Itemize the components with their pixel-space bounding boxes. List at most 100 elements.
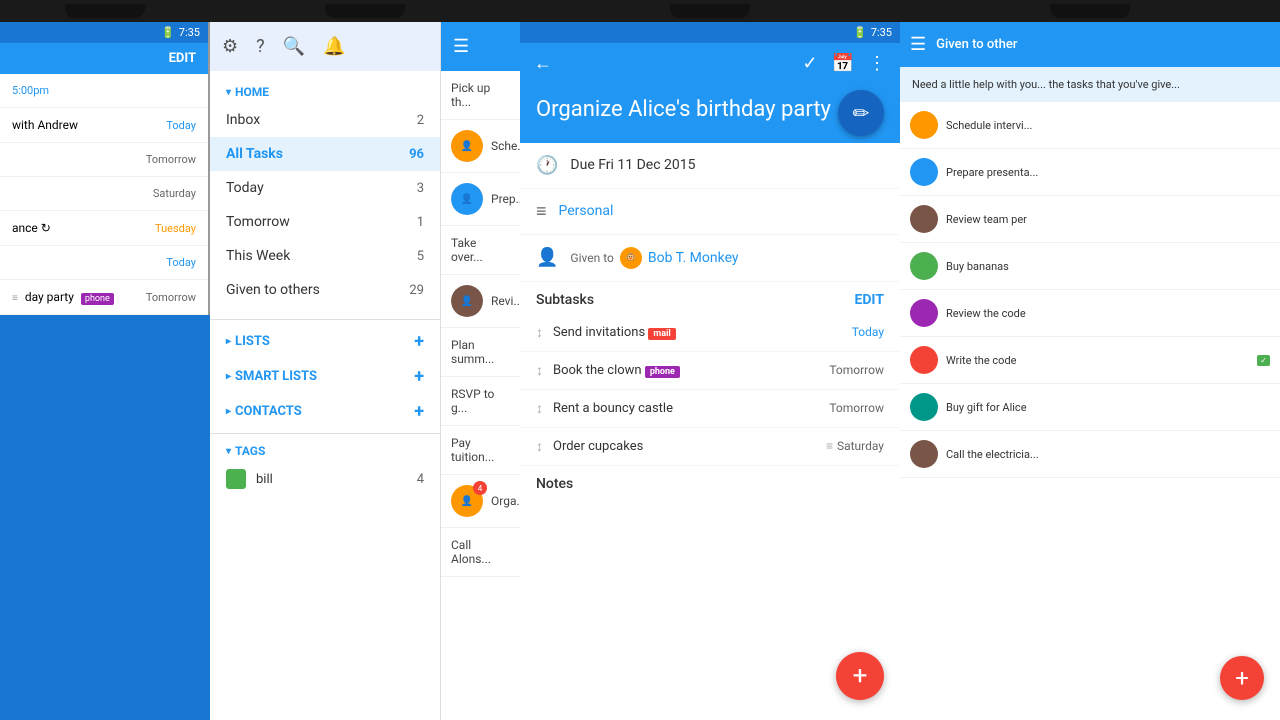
subtasks-edit-button[interactable]: EDIT: [854, 292, 884, 308]
list-item[interactable]: 👤 Prep...: [441, 173, 520, 226]
gear-icon[interactable]: ⚙: [222, 36, 238, 57]
avatar-img: 👤: [451, 285, 483, 317]
add-contact-button[interactable]: +: [414, 401, 424, 422]
person-icon: 👤: [536, 247, 558, 268]
list-item[interactable]: 5:00pm: [0, 74, 208, 108]
phone-notch-1: [0, 0, 210, 22]
due-date-label: Due Fri 11 Dec 2015: [570, 157, 695, 173]
phone-notch-4: [900, 0, 1280, 22]
edit-fab-button[interactable]: ✏: [838, 90, 884, 136]
list-item[interactable]: 👤 Revi...: [441, 275, 520, 328]
list-item[interactable]: Review team per: [900, 196, 1280, 243]
avatar-img: 👤: [451, 130, 483, 162]
edit-button-1[interactable]: EDIT: [169, 51, 196, 66]
avatar: [910, 299, 938, 327]
phone-notch-3: [520, 0, 900, 22]
sidebar-item-all-tasks[interactable]: All Tasks 96: [210, 137, 440, 171]
add-list-button[interactable]: +: [414, 331, 424, 352]
list-item[interactable]: Prepare presenta...: [900, 149, 1280, 196]
list-item[interactable]: Plan summ...: [441, 328, 520, 377]
avatar-img: 👤: [451, 183, 483, 215]
fab-button-3[interactable]: +: [836, 652, 884, 700]
drag-icon: ↕: [536, 400, 543, 417]
subtask-name: Order cupcakes: [553, 439, 816, 454]
sidebar-item-this-week[interactable]: This Week 5: [210, 239, 440, 273]
subtask-item[interactable]: ↕ Rent a bouncy castle Tomorrow: [520, 390, 900, 428]
sidebar-item-given-to-others[interactable]: Given to others 29: [210, 273, 440, 307]
task-day: Tomorrow: [146, 153, 196, 166]
subtasks-label: Subtasks: [536, 292, 594, 308]
battery-icon: 🔋: [161, 26, 175, 39]
list-item[interactable]: RSVP to g...: [441, 377, 520, 426]
list-item[interactable]: Write the code ✓: [900, 337, 1280, 384]
hamburger-icon[interactable]: ☰: [910, 34, 926, 55]
avatar: [910, 158, 938, 186]
hamburger-icon[interactable]: ☰: [453, 36, 469, 57]
task-text: Plan summ...: [451, 338, 510, 366]
check-icon[interactable]: ✓: [802, 53, 817, 74]
tag-item-bill[interactable]: bill 4: [210, 462, 440, 496]
list-item[interactable]: ance ↻ Tuesday: [0, 211, 208, 246]
sidebar-item-inbox[interactable]: Inbox 2: [210, 103, 440, 137]
sidebar-contacts[interactable]: ▸ CONTACTS +: [210, 394, 440, 429]
battery-icon: 🔋: [853, 26, 867, 39]
task-day: Saturday: [153, 187, 196, 200]
list-item[interactable]: Buy gift for Alice: [900, 384, 1280, 431]
list-item[interactable]: Call the electricia...: [900, 431, 1280, 478]
list-item[interactable]: Pay tuition...: [441, 426, 520, 475]
list-item[interactable]: Tomorrow: [0, 143, 208, 177]
subtask-item[interactable]: ↕ Book the clown phone Tomorrow: [520, 352, 900, 390]
subtask-name: Rent a bouncy castle: [553, 401, 819, 416]
task-text: Buy gift for Alice: [946, 401, 1270, 414]
list-item[interactable]: Call Alons...: [441, 528, 520, 577]
task-text: Pay tuition...: [451, 436, 510, 464]
task-day: Today: [166, 119, 196, 132]
screen4: ☰ Given to other Need a little help with…: [900, 0, 1280, 720]
add-smart-list-button[interactable]: +: [414, 366, 424, 387]
avatar: [910, 205, 938, 233]
task-text: Orga...: [491, 494, 520, 508]
task-text: Review the code: [946, 307, 1270, 320]
more-icon[interactable]: ⋮: [868, 53, 886, 74]
list-item[interactable]: with Andrew Today: [0, 108, 208, 143]
category-label: Personal: [559, 203, 614, 219]
drag-icon: ↕: [536, 438, 543, 455]
calendar-icon[interactable]: 📅: [832, 53, 854, 74]
help-icon[interactable]: ?: [256, 36, 265, 57]
task-label: ance ↻: [12, 221, 51, 235]
task-text: Sche...: [491, 139, 520, 153]
list-item[interactable]: Take over...: [441, 226, 520, 275]
task-text: Call the electricia...: [946, 448, 1270, 461]
given-to-person: Given to 🐵 Bob T. Monkey: [570, 247, 738, 269]
top-bar-4: ☰ Given to other: [900, 22, 1280, 67]
list-item[interactable]: Buy bananas: [900, 243, 1280, 290]
sidebar-lists[interactable]: ▸ LISTS +: [210, 324, 440, 359]
task-list-1: 5:00pm with Andrew Today Tomorrow Saturd…: [0, 74, 208, 315]
sort-icon: ≡: [826, 439, 833, 453]
sidebar-item-today[interactable]: Today 3: [210, 171, 440, 205]
list-item[interactable]: Schedule intervi...: [900, 102, 1280, 149]
list-item[interactable]: Pick up th...: [441, 71, 520, 120]
search-icon[interactable]: 🔍: [283, 36, 305, 57]
subtask-item[interactable]: ↕ Send invitations mail Today: [520, 314, 900, 352]
divider: [210, 319, 440, 320]
sidebar-smart-lists[interactable]: ▸ SMART LISTS +: [210, 359, 440, 394]
avatar: [910, 393, 938, 421]
task-day: Today: [166, 256, 196, 269]
task-title: Organize Alice's birthday party: [536, 96, 884, 125]
list-item[interactable]: 👤 Sche...: [441, 120, 520, 173]
list-item[interactable]: Saturday: [0, 177, 208, 211]
subtask-item[interactable]: ↕ Order cupcakes ≡ Saturday: [520, 428, 900, 466]
sidebar-item-tomorrow[interactable]: Tomorrow 1: [210, 205, 440, 239]
task-text: Revi...: [491, 294, 520, 308]
back-icon[interactable]: ←: [534, 53, 552, 74]
list-item[interactable]: ≡ day party phone Tomorrow: [0, 280, 208, 315]
list-item[interactable]: 👤 4 Orga...: [441, 475, 520, 528]
list-item[interactable]: Today: [0, 246, 208, 280]
list-item[interactable]: Review the code: [900, 290, 1280, 337]
avatar: [910, 111, 938, 139]
task-day: Tomorrow: [146, 291, 196, 304]
bell-icon[interactable]: 🔔: [323, 36, 345, 57]
intro-text: Need a little help with you... the tasks…: [900, 67, 1280, 102]
screen2: ⚙ ? 🔍 🔔 ▾ HOME Inbox 2 All Tasks 96: [210, 0, 520, 720]
